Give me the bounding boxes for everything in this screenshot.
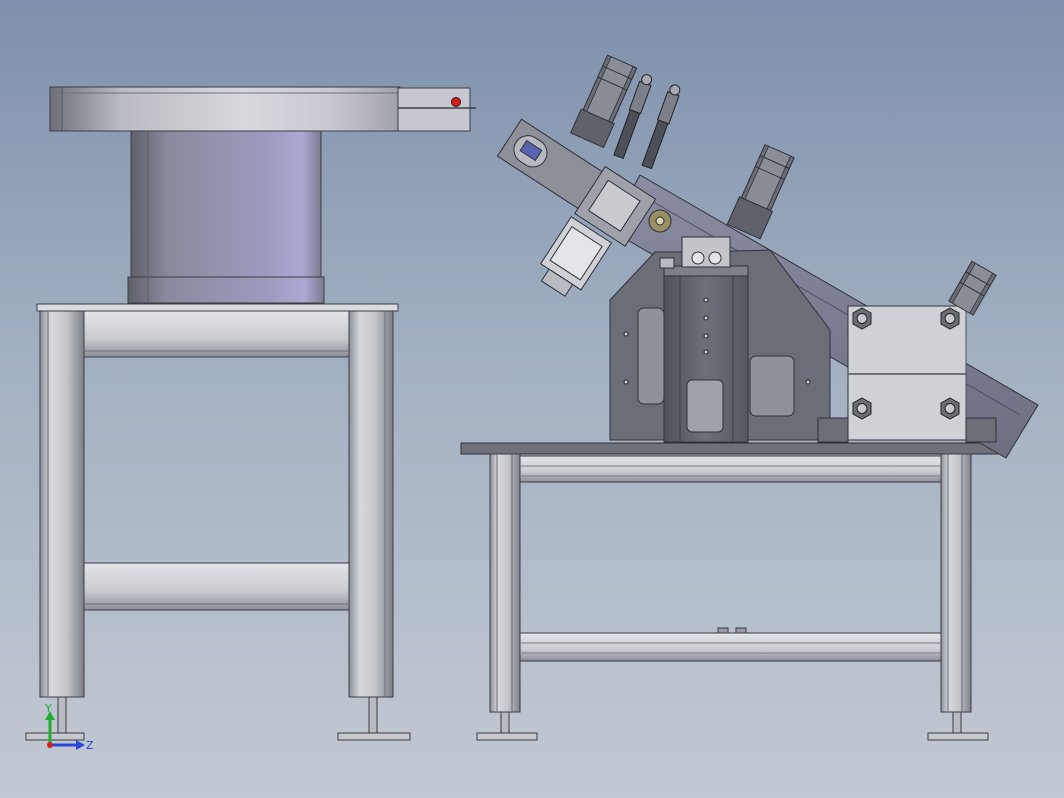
- cad-scene: Y Z: [25, 54, 1039, 752]
- leveling-foot: [25, 732, 85, 741]
- stand-lower-beam: [83, 562, 350, 611]
- hex-bolt-icon: [940, 397, 960, 420]
- leveling-foot: [927, 732, 989, 741]
- sensor-block: [681, 236, 731, 268]
- table-upper-beam: [519, 455, 942, 483]
- coordinate-triad: Y Z: [44, 702, 94, 752]
- hex-bolt-icon: [940, 307, 960, 330]
- hex-bolt-icon: [852, 307, 872, 330]
- leveling-foot: [476, 732, 538, 741]
- x-axis-dot-icon: [47, 742, 53, 748]
- stand-leg-right: [348, 310, 394, 698]
- stand-leg-left: [39, 310, 85, 698]
- cad-viewport[interactable]: Y Z: [0, 0, 1064, 798]
- hex-bolt-icon: [852, 397, 872, 420]
- table-lower-beam: [519, 632, 942, 662]
- table-leg-left: [489, 453, 521, 713]
- assembly-station[interactable]: [460, 54, 1039, 741]
- z-axis-label: Z: [86, 739, 94, 752]
- table-leg-right: [940, 453, 972, 713]
- stand-top-plate: [36, 303, 399, 312]
- vibratory-drive-base: [130, 130, 322, 280]
- pneumatic-cylinder: [726, 143, 795, 240]
- drive-base-flange: [127, 276, 325, 304]
- y-axis-label: Y: [44, 702, 52, 715]
- bowl-outlet-track: [397, 87, 471, 132]
- z-axis-head-icon: [76, 740, 85, 750]
- bowl-feeder-assembly[interactable]: [25, 86, 476, 741]
- leveling-foot: [337, 732, 411, 741]
- table-top: [460, 442, 1002, 455]
- indicator-light-icon: [451, 97, 461, 107]
- feeder-bowl-disc: [49, 86, 401, 132]
- stand-upper-beam: [83, 310, 350, 358]
